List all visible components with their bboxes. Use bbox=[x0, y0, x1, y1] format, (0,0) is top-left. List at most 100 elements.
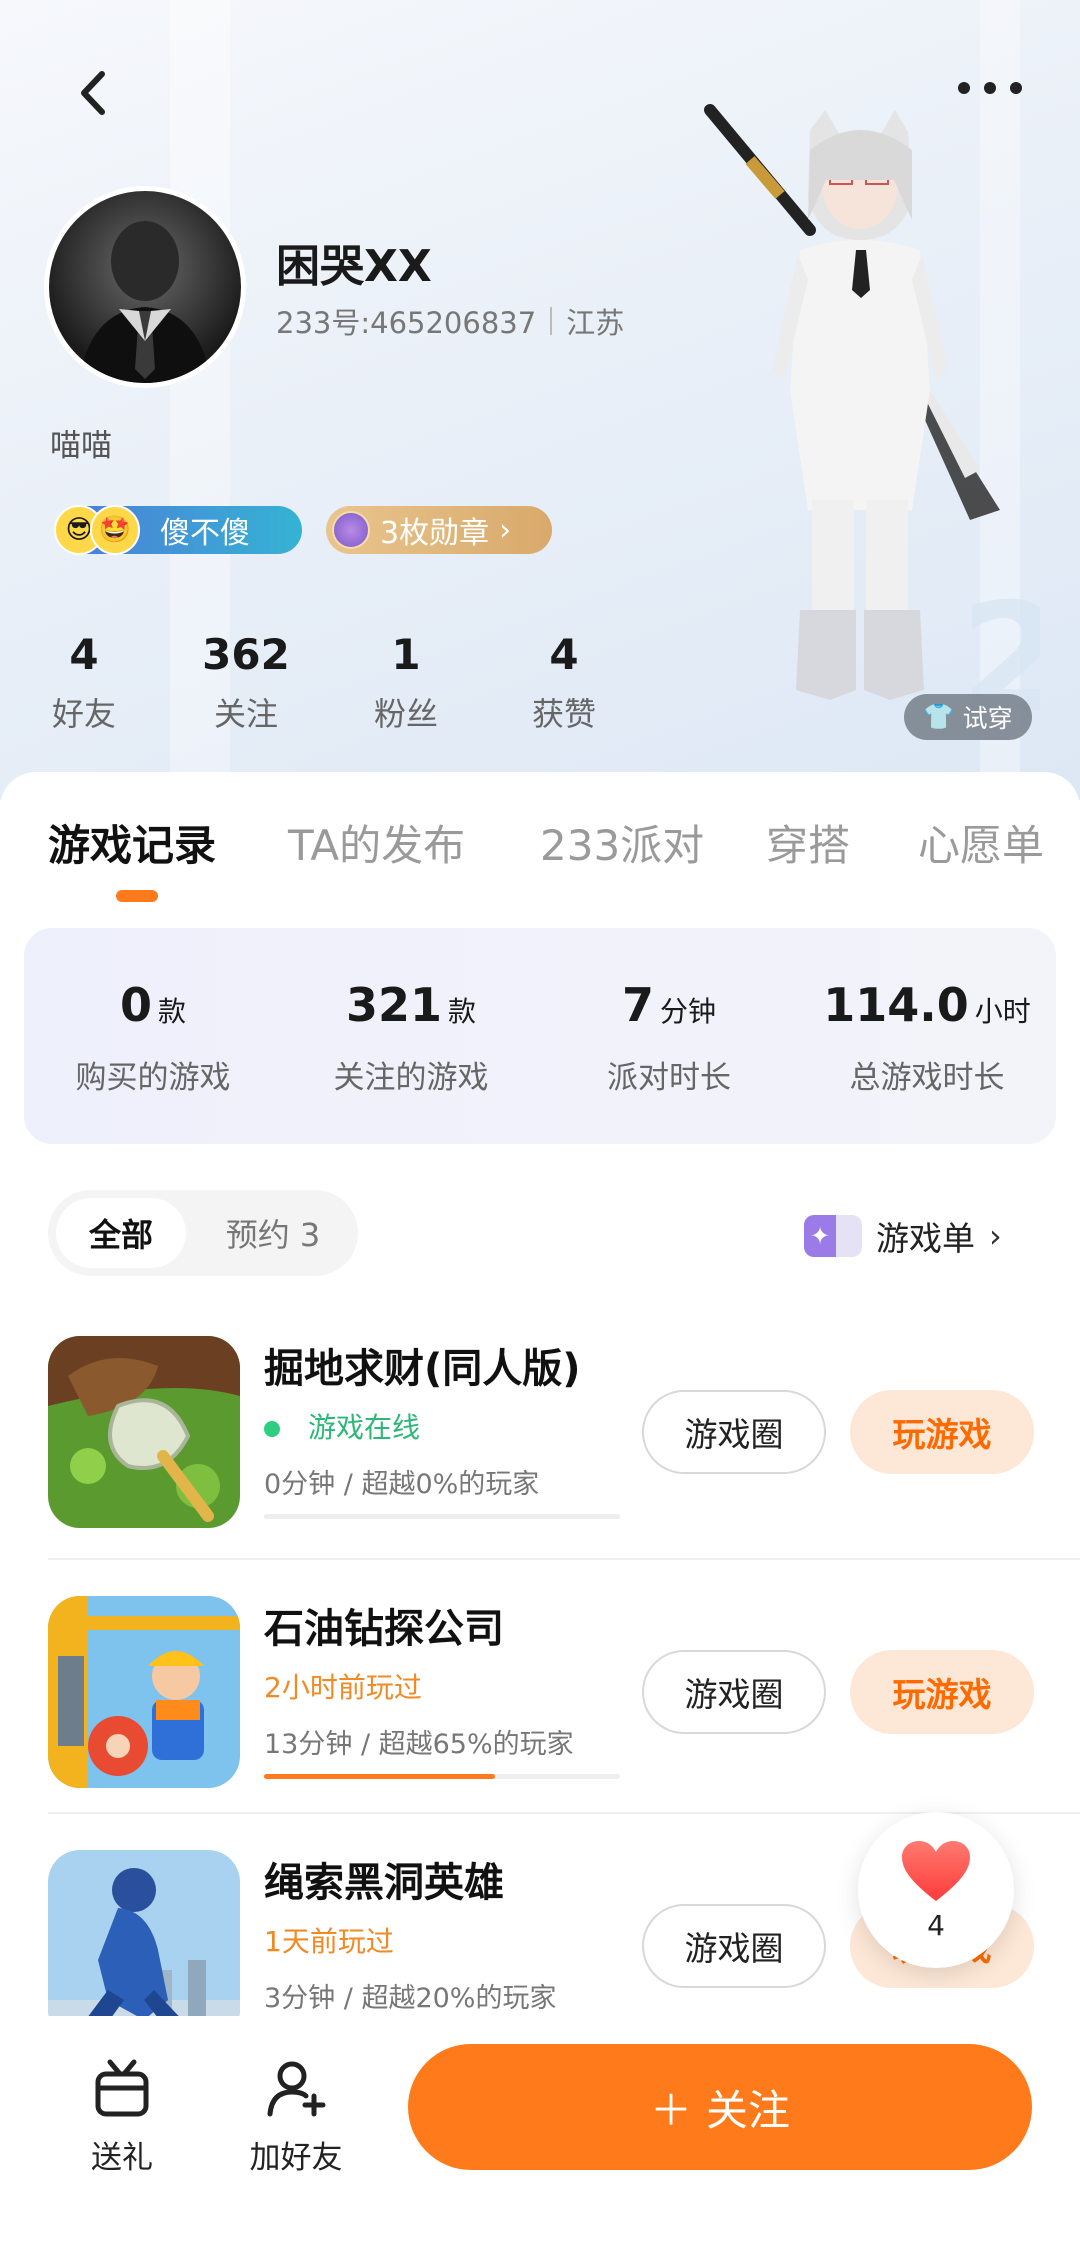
profile-stats: 4 好友 362 关注 1 粉丝 4 获赞 bbox=[0, 630, 640, 740]
divider bbox=[48, 1558, 1080, 1560]
summary-label: 总游戏时长 bbox=[849, 1060, 1005, 1096]
add-friend-label: 加好友 bbox=[249, 2140, 343, 2176]
user-subinfo: 233号:465206837 江苏 bbox=[276, 300, 624, 342]
summary-unit: 款 bbox=[448, 995, 477, 1028]
game-title: 绳索黑洞英雄 bbox=[264, 1860, 504, 1906]
follow-label: 关注 bbox=[706, 2085, 791, 2135]
summary-label: 购买的游戏 bbox=[75, 1060, 231, 1096]
play-game-button[interactable]: 玩游戏 bbox=[850, 1650, 1034, 1734]
stat-likes[interactable]: 4 获赞 bbox=[484, 630, 644, 735]
stat-label: 关注 bbox=[213, 695, 278, 733]
game-list-link[interactable]: ✦ 游戏单 › bbox=[804, 1208, 1002, 1264]
stat-number: 1 bbox=[391, 630, 421, 679]
game-thumbnail[interactable] bbox=[48, 1850, 240, 2042]
summary-value: 321 bbox=[345, 978, 442, 1032]
tab-bar: 游戏记录 TA的发布 233派对 穿搭 心愿单 bbox=[0, 812, 1080, 882]
tab-wishlist[interactable]: 心愿单 bbox=[918, 812, 1044, 873]
medals-label: 3枚勋章 bbox=[380, 516, 490, 551]
summary-label: 关注的游戏 bbox=[333, 1060, 489, 1096]
like-button[interactable]: 4 bbox=[858, 1812, 1014, 1968]
game-status: 游戏在线 bbox=[264, 1406, 420, 1446]
tab-game-records[interactable]: 游戏记录 bbox=[48, 812, 216, 873]
follow-button[interactable]: ＋ 关注 bbox=[408, 2044, 1032, 2170]
shirt-icon: 👕 bbox=[923, 702, 955, 731]
stat-number: 4 bbox=[69, 630, 99, 679]
sparkle-icon: ✦ bbox=[804, 1215, 862, 1257]
tab-posts[interactable]: TA的发布 bbox=[288, 812, 465, 873]
stat-fans[interactable]: 1 粉丝 bbox=[326, 630, 486, 735]
play-game-button[interactable]: 玩游戏 bbox=[850, 1390, 1034, 1474]
game-title: 石油钻探公司 bbox=[264, 1606, 504, 1652]
stat-number: 362 bbox=[202, 630, 290, 679]
avatar[interactable] bbox=[44, 186, 246, 388]
game-filter: 全部 预约 3 bbox=[48, 1190, 358, 1276]
summary-unit: 分钟 bbox=[660, 995, 717, 1028]
filter-all[interactable]: 全部 bbox=[56, 1198, 186, 1268]
summary-purchased: 0款 购买的游戏 bbox=[24, 978, 282, 1097]
game-circle-button[interactable]: 游戏圈 bbox=[642, 1390, 826, 1474]
stat-following[interactable]: 362 关注 bbox=[166, 630, 326, 735]
chevron-right-icon: › bbox=[989, 1217, 1002, 1255]
game-title: 掘地求财(同人版) bbox=[264, 1346, 581, 1392]
add-friend-button[interactable]: 加好友 bbox=[226, 2056, 366, 2177]
profile-page: 困哭XX 233号:465206837 江苏 喵喵 😎 🤩 傻不傻 3枚勋章 ›… bbox=[0, 0, 1080, 2250]
game-meta: 3分钟 / 超越20%的玩家 bbox=[264, 1983, 557, 2014]
game-row[interactable]: 掘地求财(同人版) 游戏在线 0分钟 / 超越0%的玩家 游戏圈 玩游戏 bbox=[0, 1336, 1080, 1590]
tab-outfits[interactable]: 穿搭 bbox=[766, 812, 850, 873]
chevron-right-icon: › bbox=[499, 512, 512, 548]
gift-button[interactable]: 送礼 bbox=[52, 2056, 192, 2177]
tab-indicator bbox=[116, 890, 158, 902]
game-circle-button[interactable]: 游戏圈 bbox=[642, 1650, 826, 1734]
star-eyes-emoji-icon: 🤩 bbox=[90, 505, 140, 555]
stat-label: 好友 bbox=[51, 695, 116, 733]
game-circle-button[interactable]: 游戏圈 bbox=[642, 1904, 826, 1988]
game-status: 2小时前玩过 bbox=[264, 1671, 422, 1704]
like-count: 4 bbox=[927, 1908, 945, 1942]
filter-reserved[interactable]: 预约 3 bbox=[198, 1198, 348, 1268]
progress-bar bbox=[264, 1514, 620, 1519]
user-bio: 喵喵 bbox=[50, 428, 112, 464]
summary-total-time: 114.0 小时 总游戏时长 bbox=[798, 978, 1056, 1097]
progress-bar bbox=[264, 1774, 620, 1779]
heart-icon bbox=[902, 1840, 970, 1901]
back-icon[interactable] bbox=[60, 58, 130, 128]
stat-friends[interactable]: 4 好友 bbox=[4, 630, 164, 735]
summary-value: 7 bbox=[621, 978, 654, 1032]
profile-header: 困哭XX 233号:465206837 江苏 喵喵 😎 🤩 傻不傻 3枚勋章 ›… bbox=[0, 0, 1080, 800]
summary-followed: 321 款 关注的游戏 bbox=[282, 978, 540, 1097]
game-status-text: 游戏在线 bbox=[308, 1411, 421, 1444]
summary-label: 派对时长 bbox=[607, 1060, 731, 1096]
bottom-action-bar: 送礼 加好友 ＋ 关注 bbox=[0, 2016, 1080, 2250]
summary-value: 0 bbox=[119, 978, 152, 1032]
game-meta: 0分钟 / 超越0%的玩家 bbox=[264, 1469, 540, 1500]
stat-number: 4 bbox=[549, 630, 579, 679]
online-dot-icon bbox=[264, 1421, 280, 1437]
play-summary: 0款 购买的游戏 321 款 关注的游戏 7 分钟 派对时长 114.0 小时 总游戏… bbox=[24, 928, 1056, 1144]
game-list-label: 游戏单 bbox=[876, 1219, 975, 1258]
summary-unit: 款 bbox=[158, 995, 187, 1028]
summary-party-time: 7 分钟 派对时长 bbox=[540, 978, 798, 1097]
plus-icon: ＋ bbox=[649, 2085, 692, 2135]
gift-label: 送礼 bbox=[91, 2140, 153, 2176]
try-on-button[interactable]: 👕 试穿 bbox=[904, 694, 1032, 740]
summary-unit: 小时 bbox=[974, 995, 1031, 1028]
gift-icon bbox=[95, 2059, 149, 2117]
game-thumbnail[interactable] bbox=[48, 1336, 240, 1528]
title-badge[interactable]: 😎 🤩 傻不傻 bbox=[54, 505, 302, 555]
progress-fill bbox=[264, 1774, 496, 1779]
try-on-label: 试穿 bbox=[962, 704, 1013, 733]
avatar-character[interactable]: 233 bbox=[680, 90, 1040, 730]
add-friend-icon bbox=[267, 2061, 326, 2117]
game-status: 1天前玩过 bbox=[264, 1925, 394, 1958]
medal-icon bbox=[332, 511, 370, 549]
medals-badge[interactable]: 3枚勋章 › bbox=[326, 506, 552, 554]
user-location: 江苏 bbox=[566, 306, 625, 340]
tab-party[interactable]: 233派对 bbox=[540, 812, 704, 873]
game-thumbnail[interactable] bbox=[48, 1596, 240, 1788]
user-name: 困哭XX bbox=[276, 241, 432, 292]
divider bbox=[550, 307, 553, 335]
stat-label: 粉丝 bbox=[373, 695, 438, 733]
summary-value: 114.0 bbox=[823, 978, 969, 1032]
stat-label: 获赞 bbox=[531, 695, 596, 733]
game-meta: 13分钟 / 超越65%的玩家 bbox=[264, 1729, 574, 1760]
